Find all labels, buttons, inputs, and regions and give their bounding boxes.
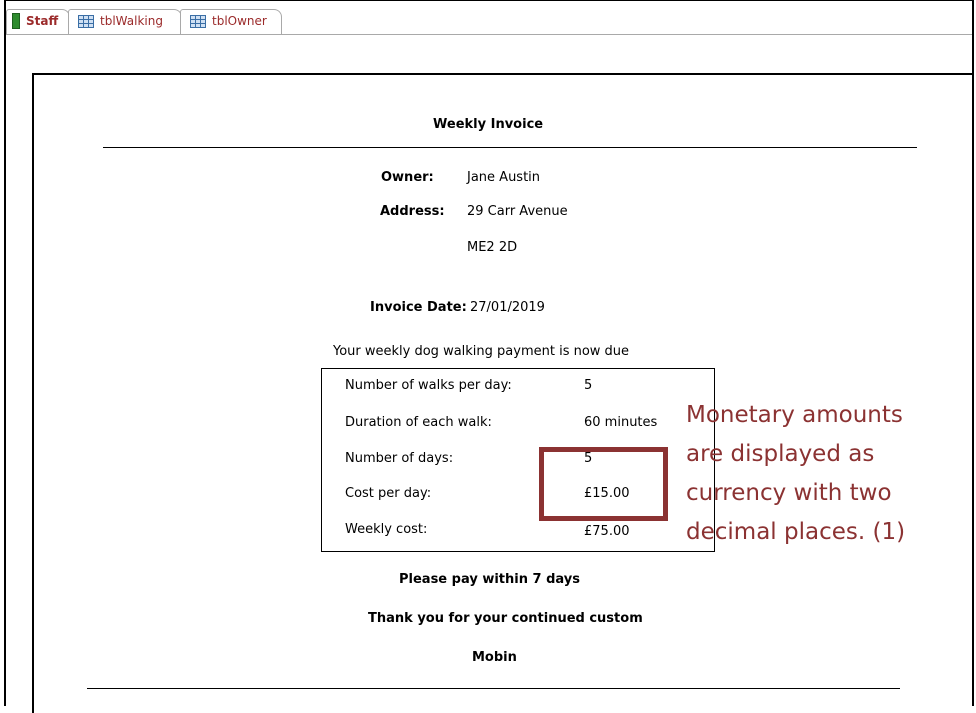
title-divider <box>103 147 917 148</box>
annotation-note: Monetary amounts are displayed as curren… <box>686 396 905 552</box>
pay-within-note: Please pay within 7 days <box>399 572 580 587</box>
owner-value: Jane Austin <box>467 170 541 185</box>
annotation-line-2: are displayed as <box>686 441 875 467</box>
annotation-line-4: decimal places. (1) <box>686 519 906 545</box>
tab-staff[interactable]: Staff <box>6 9 66 33</box>
invoice-date-label: Invoice Date: <box>370 300 467 315</box>
document-tab-strip: Staff tblWalking tblOwner <box>6 1 972 41</box>
signature-name: Mobin <box>472 650 517 665</box>
address-line-2: ME2 2D <box>467 240 518 255</box>
annotation-line-3: currency with two <box>686 480 892 506</box>
walks-per-day-value: 5 <box>584 378 593 393</box>
tab-strip-baseline <box>6 34 972 35</box>
owner-label: Owner: <box>381 170 434 185</box>
tab-tblowner-label: tblOwner <box>212 14 267 28</box>
thank-you-note: Thank you for your continued custom <box>368 611 643 626</box>
number-of-days-label: Number of days: <box>345 451 454 466</box>
annotation-line-1: Monetary amounts <box>686 402 903 428</box>
form-icon <box>12 13 20 29</box>
weekly-cost-value: £75.00 <box>584 524 630 539</box>
walk-duration-label: Duration of each walk: <box>345 415 492 430</box>
weekly-cost-label: Weekly cost: <box>345 522 428 537</box>
tab-tblwalking[interactable]: tblWalking <box>72 9 171 33</box>
address-line-1: 29 Carr Avenue <box>467 204 568 219</box>
walk-duration-value: 60 minutes <box>584 415 658 430</box>
payment-due-message: Your weekly dog walking payment is now d… <box>333 344 630 359</box>
cost-per-day-label: Cost per day: <box>345 486 432 501</box>
table-icon <box>78 14 94 28</box>
tab-tblwalking-label: tblWalking <box>100 14 163 28</box>
invoice-date-value: 27/01/2019 <box>470 300 545 315</box>
currency-highlight-box <box>539 447 668 521</box>
tab-tblowner[interactable]: tblOwner <box>184 9 275 33</box>
footer-divider <box>87 688 900 689</box>
walks-per-day-label: Number of walks per day: <box>345 378 512 393</box>
address-label: Address: <box>380 204 445 219</box>
table-icon <box>190 14 206 28</box>
tab-staff-label: Staff <box>26 14 59 28</box>
report-title: Weekly Invoice <box>433 117 544 132</box>
